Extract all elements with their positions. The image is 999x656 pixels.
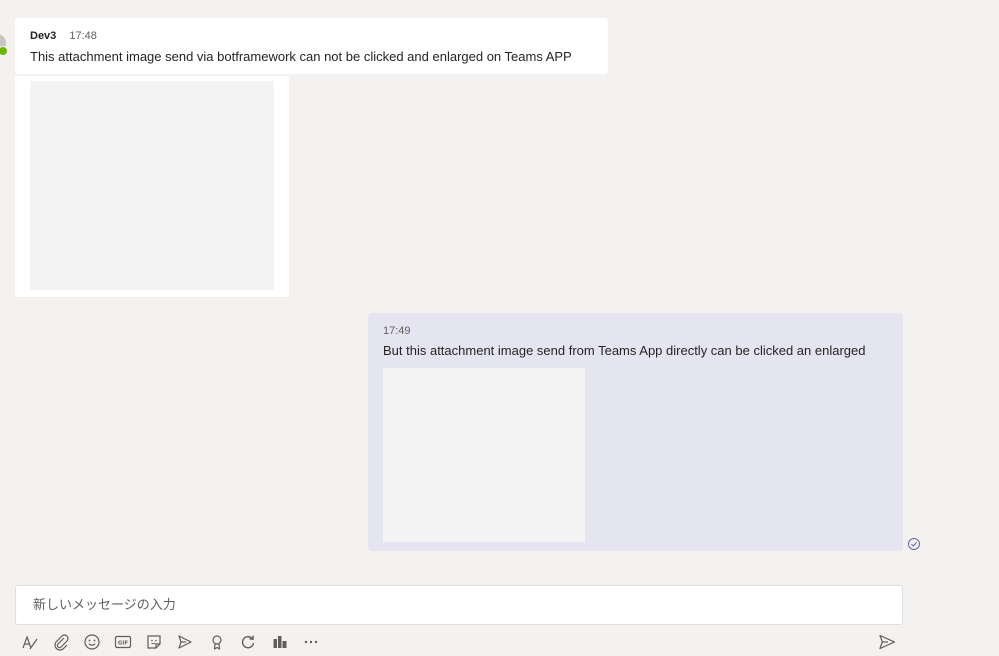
incoming-attachment [15, 76, 289, 297]
read-receipt-icon [907, 537, 921, 551]
emoji-icon[interactable] [81, 631, 103, 653]
incoming-message[interactable]: Dev3 17:48 This attachment image send vi… [15, 18, 608, 74]
format-icon[interactable] [19, 631, 41, 653]
outgoing-message[interactable]: 17:49 But this attachment image send fro… [368, 313, 903, 551]
message-timestamp: 17:49 [383, 325, 411, 337]
message-text: But this attachment image send from Team… [383, 343, 866, 358]
chat-area: Dev3 17:48 This attachment image send vi… [0, 0, 999, 656]
meet-now-icon[interactable] [174, 631, 196, 653]
presence-available-icon [0, 46, 8, 56]
svg-text:GIF: GIF [118, 641, 129, 647]
message-meta: 17:49 [383, 324, 888, 338]
message-author: Dev3 [30, 30, 57, 42]
message-meta: Dev3 17:48 [30, 29, 593, 43]
attach-icon[interactable] [50, 631, 72, 653]
loop-icon[interactable] [237, 631, 259, 653]
send-icon[interactable] [876, 631, 898, 653]
compose-box[interactable] [15, 585, 903, 625]
message-timestamp: 17:48 [69, 30, 97, 42]
attachment-image [30, 81, 274, 290]
attachment-image[interactable] [383, 368, 585, 542]
more-options-icon[interactable] [300, 631, 322, 653]
message-text: This attachment image send via botframew… [30, 49, 572, 64]
compose-toolbar: GIF [15, 627, 903, 655]
gif-icon[interactable]: GIF [112, 631, 134, 653]
stream-icon[interactable] [269, 631, 291, 653]
message-input[interactable] [31, 596, 887, 614]
sticker-icon[interactable] [143, 631, 165, 653]
praise-icon[interactable] [206, 631, 228, 653]
